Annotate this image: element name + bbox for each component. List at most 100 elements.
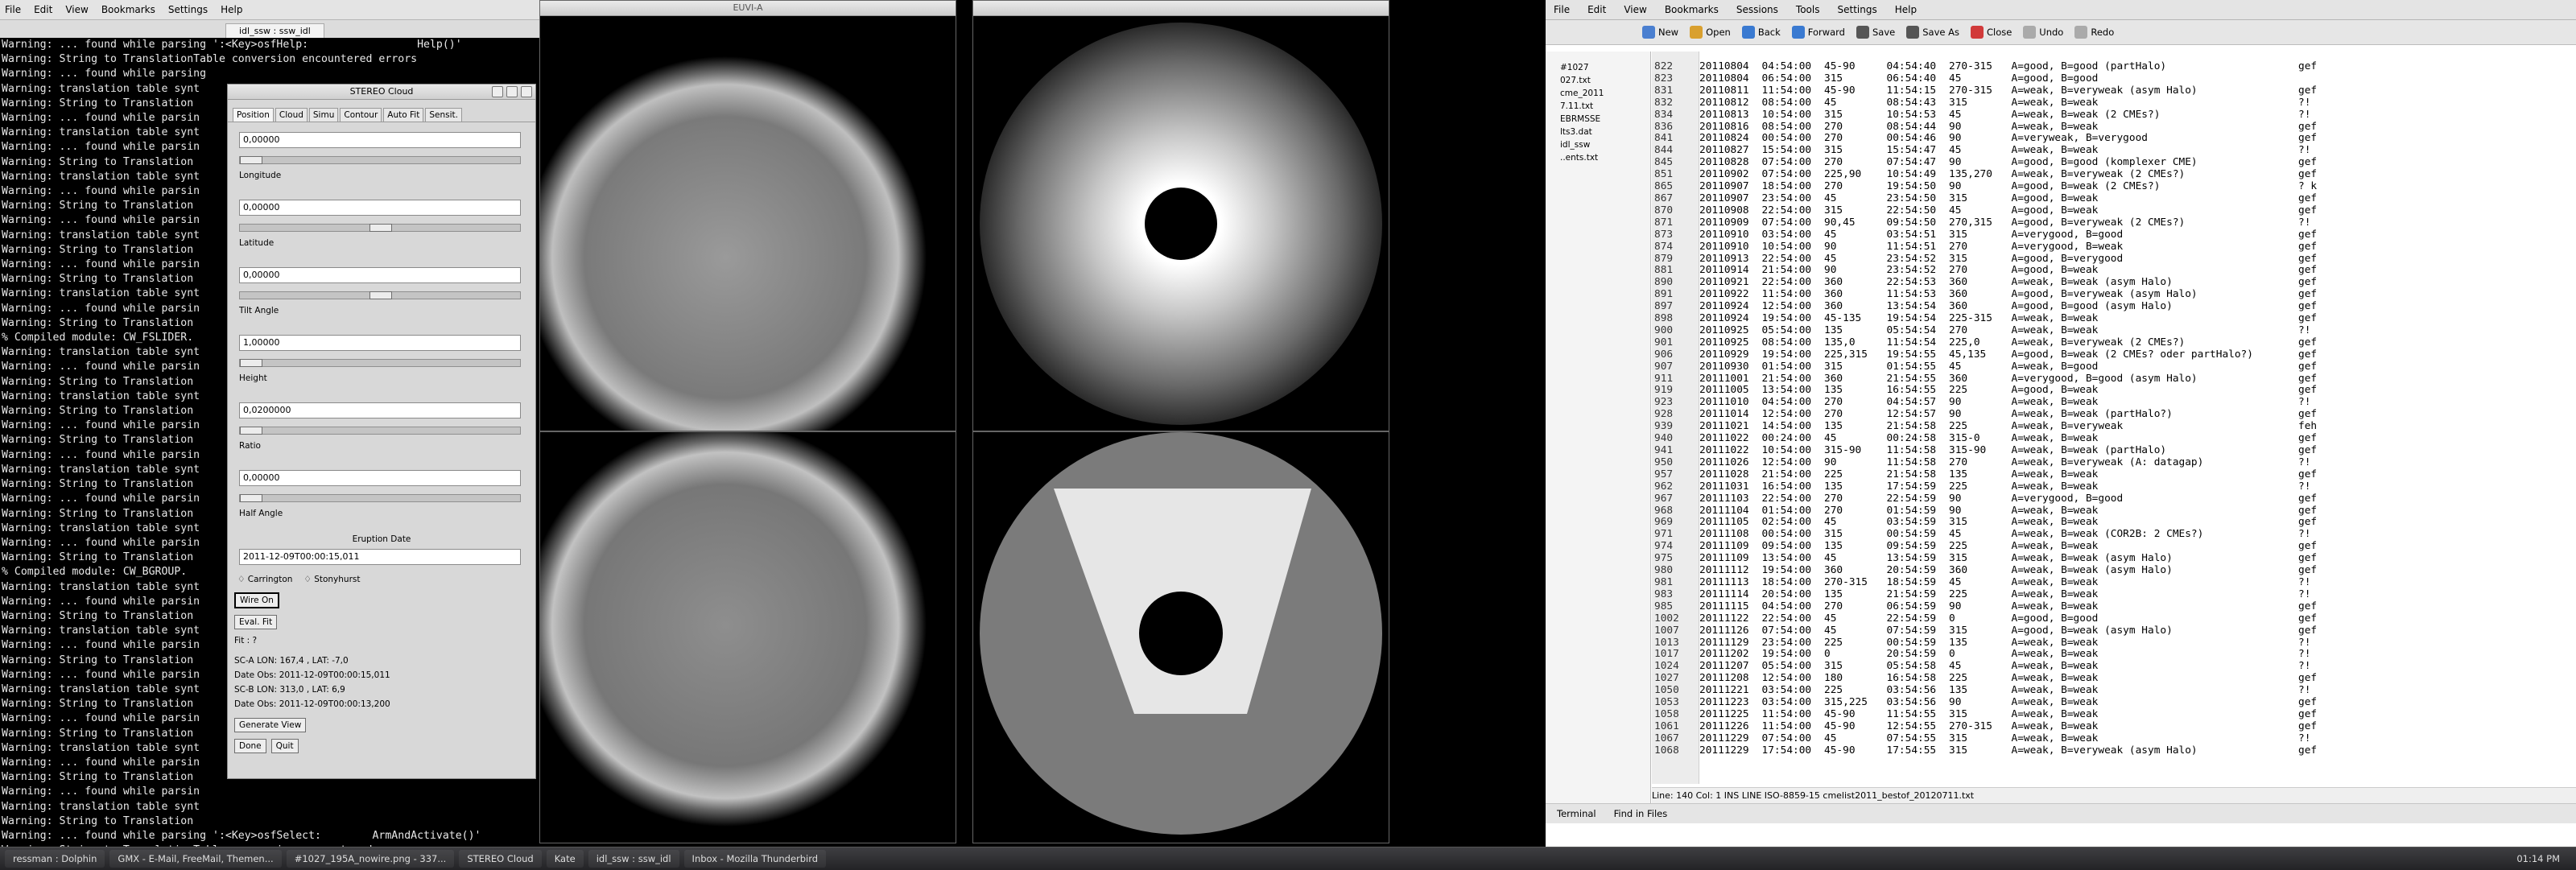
document-item[interactable]: 7.11.txt (1560, 100, 1650, 113)
code-line[interactable]: 831 20110811 11:54:00 45-90 11:54:15 270-315 A… (1652, 85, 2323, 97)
terminal-menu-item[interactable]: Settings (168, 4, 208, 15)
code-line[interactable]: 1050 20111221 03:54:00 225 03:54:56 135 A=weak… (1652, 684, 2323, 697)
code-line[interactable]: 865 20110907 18:54:00 270 19:54:50 90 A=good, … (1652, 180, 2323, 193)
code-line[interactable]: 900 20110925 05:54:00 135 05:54:54 270 A=weak,… (1652, 324, 2323, 337)
code-line[interactable]: 874 20110910 10:54:00 90 11:54:51 270 A=verygo… (1652, 241, 2323, 254)
code-line[interactable]: 841 20110824 00:54:00 270 00:54:46 90 A=verywe… (1652, 133, 2323, 145)
toolbar-forward-button[interactable]: Forward (1791, 26, 1845, 39)
stereo-tab[interactable]: Contour (340, 108, 382, 122)
stereo-titlebar[interactable]: STEREO Cloud (228, 85, 535, 100)
code-line[interactable]: 985 20111115 04:54:00 270 06:54:59 90 A=weak, … (1652, 600, 2323, 613)
stereo-tab[interactable]: Auto Fit (383, 108, 424, 122)
code-view[interactable]: 822 20110804 04:54:00 45-90 04:54:40 270-315 A… (1652, 60, 2323, 757)
wire-on-button[interactable]: Wire On (234, 592, 279, 608)
minimize-icon[interactable] (492, 86, 503, 97)
slider-value-input[interactable]: 0,00000 (239, 267, 521, 283)
code-line[interactable]: 873 20110910 03:54:00 45 03:54:51 315 A=verygo… (1652, 229, 2323, 241)
code-line[interactable]: 1027 20111208 12:54:00 180 16:54:58 225 A=weak… (1652, 672, 2323, 685)
toolbar-redo-button[interactable]: Redo (2074, 26, 2114, 39)
toolbar-save-button[interactable]: Save (1856, 26, 1895, 39)
toolbar-close-button[interactable]: Close (1970, 26, 2012, 39)
terminal-tab[interactable]: idl_ssw : ssw_idl (225, 23, 324, 38)
code-line[interactable]: 832 20110812 08:54:00 45 08:54:43 315 A=weak, … (1652, 97, 2323, 109)
kate-menu-item[interactable]: Tools (1796, 4, 1820, 15)
euvi-a-title[interactable]: EUVI-A (540, 1, 956, 16)
document-item[interactable]: #1027 (1560, 61, 1650, 74)
code-line[interactable]: 911 20111001 21:54:00 360 21:54:55 360 A=veryg… (1652, 373, 2323, 386)
code-line[interactable]: 1007 20111126 07:54:00 45 07:54:59 315 A=good,… (1652, 625, 2323, 637)
bottom-tab[interactable]: Terminal (1557, 808, 1596, 819)
taskbar-task[interactable]: STEREO Cloud (459, 850, 542, 868)
kate-editor[interactable]: 822 20110804 04:54:00 45-90 04:54:40 270-315 A… (1652, 52, 2576, 784)
code-line[interactable]: 939 20111021 14:54:00 135 21:54:58 225 A=weak,… (1652, 420, 2323, 433)
code-line[interactable]: 844 20110827 15:54:00 315 15:54:47 45 A=weak, … (1652, 144, 2323, 157)
slider-track[interactable] (239, 224, 521, 232)
code-line[interactable]: 871 20110909 07:54:00 90,45 09:54:50 270,315 A… (1652, 216, 2323, 229)
slider-handle[interactable] (369, 224, 392, 232)
code-line[interactable]: 867 20110907 23:54:00 45 23:54:50 315 A=good, … (1652, 192, 2323, 205)
slider-handle[interactable] (240, 427, 262, 435)
terminal-menu-item[interactable]: Edit (34, 4, 52, 15)
code-line[interactable]: 851 20110902 07:54:00 225,90 10:54:49 135,270… (1652, 168, 2323, 181)
radio-carrington[interactable]: ♢ Carrington (237, 575, 292, 584)
code-line[interactable]: 923 20111010 04:54:00 270 04:54:57 90 A=weak, … (1652, 396, 2323, 409)
terminal-menu-item[interactable]: Bookmarks (101, 4, 155, 15)
toolbar-new-button[interactable]: New (1642, 26, 1678, 39)
close-icon[interactable] (521, 86, 532, 97)
code-line[interactable]: 822 20110804 04:54:00 45-90 04:54:40 270-315 A… (1652, 60, 2323, 73)
kate-menu-item[interactable]: File (1554, 4, 1570, 15)
cor2-a-title[interactable] (973, 1, 1389, 16)
code-line[interactable]: 1067 20111229 07:54:00 45 07:54:55 315 A=weak,… (1652, 732, 2323, 745)
terminal-menu-item[interactable]: File (5, 4, 21, 15)
code-line[interactable]: 870 20110908 22:54:00 315 22:54:50 45 A=good, … (1652, 204, 2323, 217)
code-line[interactable]: 898 20110924 19:54:00 45-135 19:54:54 225-315… (1652, 312, 2323, 325)
terminal-menu-item[interactable]: Help (221, 4, 242, 15)
code-line[interactable]: 1017 20111202 19:54:00 0 20:54:59 0 A=weak, B=… (1652, 649, 2323, 661)
radio-stonyhurst[interactable]: ♢ Stonyhurst (303, 575, 360, 584)
toolbar-open-button[interactable]: Open (1690, 26, 1731, 39)
document-item[interactable]: cme_2011 (1560, 87, 1650, 100)
document-item[interactable]: EBRMSSE (1560, 113, 1650, 126)
code-line[interactable]: 975 20111109 13:54:00 45 13:54:59 315 A=weak, … (1652, 552, 2323, 565)
code-line[interactable]: 957 20111028 21:54:00 225 21:54:58 135 A=weak,… (1652, 468, 2323, 481)
document-item[interactable]: lts3.dat (1560, 126, 1650, 138)
code-line[interactable]: 940 20111022 00:24:00 45 00:24:58 315-0 A=weak… (1652, 432, 2323, 445)
document-item[interactable]: idl_ssw (1560, 138, 1650, 151)
taskbar-task[interactable]: Kate (546, 850, 584, 868)
code-line[interactable]: 983 20111114 20:54:00 135 21:54:59 225 A=weak,… (1652, 588, 2323, 601)
bottom-tab[interactable]: Find in Files (1614, 808, 1668, 819)
kate-menu-item[interactable]: Help (1895, 4, 1917, 15)
taskbar-task[interactable]: GMX - E-Mail, FreeMail, Themen... (109, 850, 282, 868)
slider-value-input[interactable]: 1,00000 (239, 335, 521, 351)
stereo-tab[interactable]: Cloud (275, 108, 308, 122)
slider-track[interactable] (239, 427, 521, 435)
slider-track[interactable] (239, 291, 521, 299)
toolbar-save-as-button[interactable]: Save As (1906, 26, 1959, 39)
done-button[interactable]: Done (234, 739, 266, 753)
code-line[interactable]: 891 20110922 11:54:00 360 11:54:53 360 A=good,… (1652, 288, 2323, 301)
terminal-menu-item[interactable]: View (65, 4, 88, 15)
code-line[interactable]: 919 20111005 13:54:00 135 16:54:55 225 A=good,… (1652, 385, 2323, 397)
document-item[interactable]: 027.txt (1560, 74, 1650, 87)
stereo-tab[interactable]: Sensit. (425, 108, 462, 122)
slider-track[interactable] (239, 156, 521, 164)
code-line[interactable]: 950 20111026 12:54:00 90 11:54:58 270 A=weak, … (1652, 456, 2323, 469)
code-line[interactable]: 890 20110921 22:54:00 360 22:54:53 360 A=weak,… (1652, 276, 2323, 289)
code-line[interactable]: 845 20110828 07:54:00 270 07:54:47 90 A=good, … (1652, 156, 2323, 169)
code-line[interactable]: 941 20111022 10:54:00 315-90 11:54:58 315-90 A… (1652, 444, 2323, 457)
code-line[interactable]: 981 20111113 18:54:00 270-315 18:54:59 45 A=we… (1652, 576, 2323, 589)
kate-menu-item[interactable]: View (1624, 4, 1646, 15)
code-line[interactable]: 980 20111112 19:54:00 360 20:54:59 360 A=weak,… (1652, 564, 2323, 577)
slider-value-input[interactable]: 0,00000 (239, 132, 521, 148)
taskbar-task[interactable]: idl_ssw : ssw_idl (588, 850, 679, 868)
slider-handle[interactable] (369, 291, 392, 299)
eruption-date-input[interactable]: 2011-12-09T00:00:15,011 (239, 549, 521, 565)
maximize-icon[interactable] (506, 86, 518, 97)
eval-fit-button[interactable]: Eval. Fit (234, 615, 278, 629)
toolbar-undo-button[interactable]: Undo (2023, 26, 2063, 39)
code-line[interactable]: 974 20111109 09:54:00 135 09:54:59 225 A=weak,… (1652, 540, 2323, 553)
code-line[interactable]: 897 20110924 12:54:00 360 13:54:54 360 A=good,… (1652, 300, 2323, 313)
code-line[interactable]: 1013 20111129 23:54:00 225 00:54:59 135 A=weak… (1652, 637, 2323, 649)
code-line[interactable]: 834 20110813 10:54:00 315 10:54:53 45 A=weak, … (1652, 109, 2323, 122)
code-line[interactable]: 971 20111108 00:54:00 315 00:54:59 45 A=weak, … (1652, 528, 2323, 541)
